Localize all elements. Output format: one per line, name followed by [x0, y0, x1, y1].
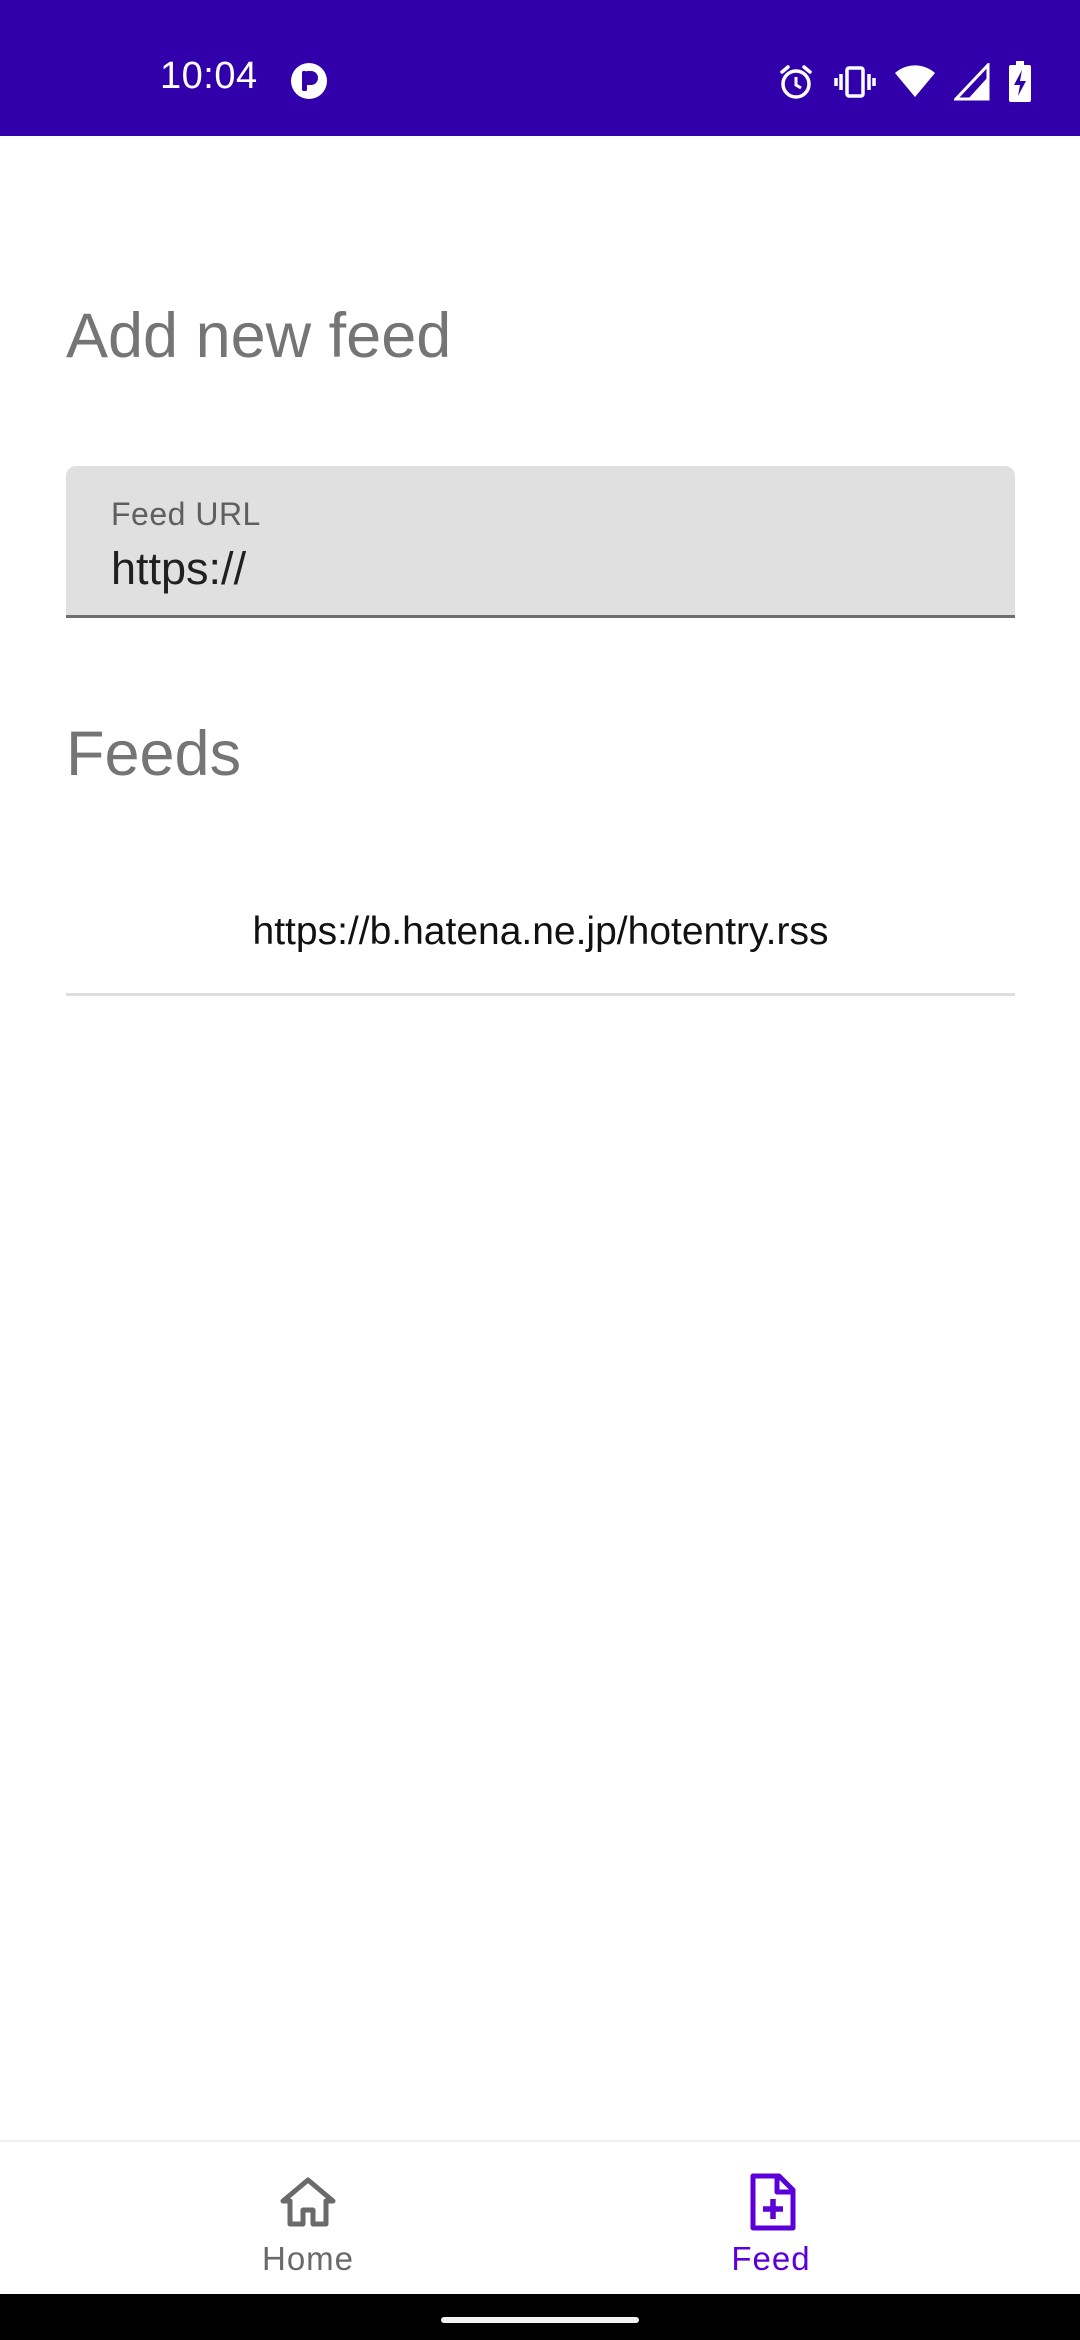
wifi-icon	[895, 65, 935, 97]
status-icons	[776, 60, 1032, 104]
feed-url-text: https://b.hatena.ne.jp/hotentry.rss	[252, 909, 829, 953]
status-time: 10:04	[160, 55, 258, 97]
battery-charging-icon	[1009, 61, 1031, 102]
feed-url-field[interactable]: Feed URL	[66, 466, 1015, 618]
feed-url-input[interactable]	[111, 541, 991, 597]
add-feed-title: Add new feed	[66, 301, 452, 371]
alarm-icon	[780, 65, 812, 99]
feed-url-label: Feed URL	[111, 496, 261, 532]
feeds-title: Feeds	[66, 719, 242, 789]
feed-list: https://b.hatena.ne.jp/hotentry.rss	[66, 870, 1015, 996]
note-add-icon	[750, 2173, 796, 2231]
bottom-navigation: Home Feed	[0, 2140, 1080, 2294]
list-item[interactable]: https://b.hatena.ne.jp/hotentry.rss	[66, 870, 1015, 996]
vibrate-icon	[834, 66, 876, 98]
nav-item-feed[interactable]: Feed	[621, 2142, 921, 2296]
cell-signal-icon	[954, 63, 990, 101]
nav-label-feed: Feed	[731, 2240, 811, 2277]
status-bar: 10:04	[0, 0, 1080, 136]
nav-label-home: Home	[261, 2240, 355, 2277]
screen: 10:04 Add new feed Feed URL https:// Fee…	[0, 0, 1080, 2340]
nav-item-home[interactable]: Home	[158, 2142, 458, 2296]
app-notification-icon	[291, 63, 327, 99]
gesture-handle[interactable]	[441, 2317, 639, 2323]
system-navigation-bar	[0, 2294, 1080, 2340]
home-icon	[280, 2177, 336, 2227]
